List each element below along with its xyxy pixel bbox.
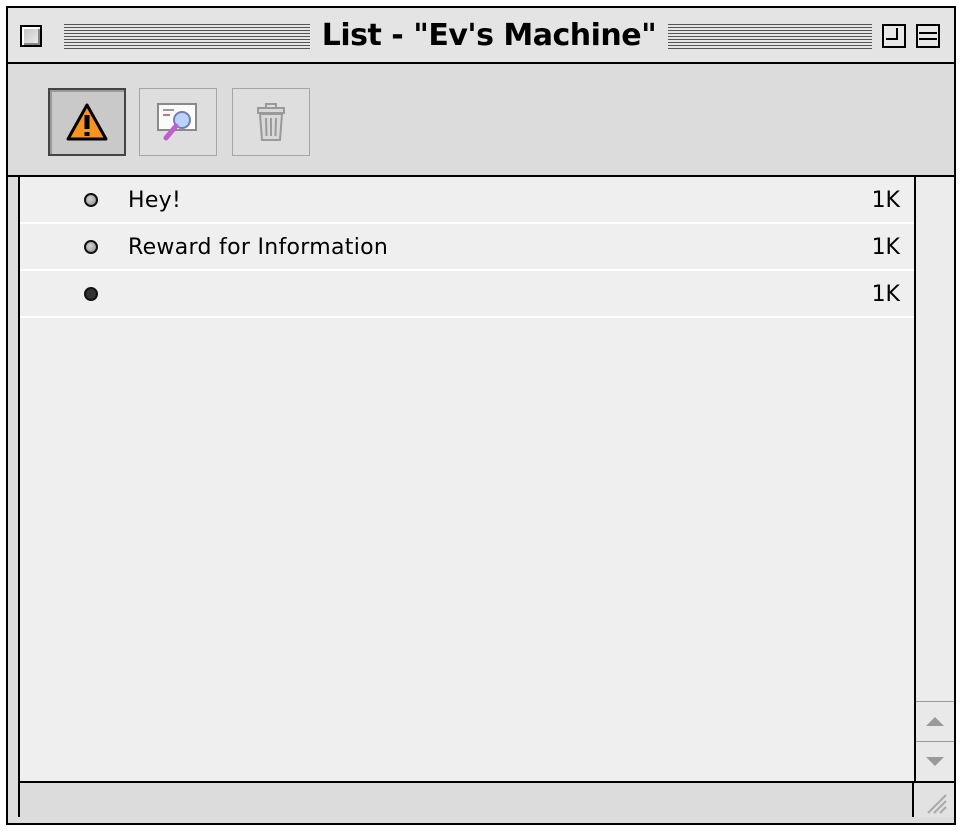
- message-size: 1K: [871, 188, 900, 213]
- message-subject: Reward for Information: [128, 235, 389, 260]
- vertical-scrollbar[interactable]: [914, 177, 954, 781]
- arrow-down-icon: [926, 757, 944, 766]
- title-bar-stripes-left: [64, 24, 310, 50]
- trash-button[interactable]: [232, 88, 310, 156]
- resize-grip[interactable]: [914, 781, 954, 817]
- title-bar[interactable]: List - "Ev's Machine": [8, 8, 954, 64]
- list-item[interactable]: Hey! 1K: [20, 177, 914, 224]
- view-message-icon: [157, 103, 197, 141]
- scroll-up-button[interactable]: [916, 701, 954, 741]
- toolbar: [8, 64, 954, 177]
- close-box-icon[interactable]: [20, 25, 42, 47]
- list-window: List - "Ev's Machine" Hey! 1K Reward for…: [6, 6, 956, 825]
- view-message-button[interactable]: [139, 88, 217, 156]
- zoom-box-icon[interactable]: [882, 24, 906, 48]
- list-item[interactable]: Reward for Information 1K: [20, 224, 914, 271]
- message-list[interactable]: Hey! 1K Reward for Information 1K 1K: [20, 177, 914, 781]
- resize-grip-icon: [927, 794, 947, 814]
- scroll-down-button[interactable]: [916, 741, 954, 781]
- warning-icon: [66, 103, 108, 141]
- title-bar-stripes-right: [668, 24, 872, 50]
- unread-status-icon: [84, 193, 98, 207]
- window-title: List - "Ev's Machine": [310, 16, 668, 56]
- message-size: 1K: [871, 282, 900, 307]
- read-status-icon: [84, 287, 98, 301]
- message-subject: Hey!: [128, 188, 182, 213]
- unread-status-icon: [84, 240, 98, 254]
- arrow-up-icon: [926, 717, 944, 726]
- list-item[interactable]: 1K: [20, 271, 914, 318]
- status-bar: [20, 781, 914, 817]
- warning-button[interactable]: [48, 88, 126, 156]
- trash-icon: [257, 103, 285, 141]
- collapse-box-icon[interactable]: [916, 24, 940, 48]
- message-size: 1K: [871, 235, 900, 260]
